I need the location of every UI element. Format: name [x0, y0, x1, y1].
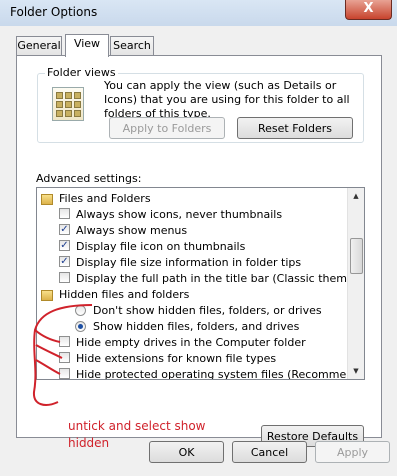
tab-view[interactable]: View	[65, 34, 109, 57]
apply-to-folders-button[interactable]: Apply to Folders	[109, 117, 225, 139]
folder-views-group: Folder views You can apply the view (suc…	[37, 66, 364, 143]
vertical-scrollbar[interactable]: ▲ ▼	[347, 188, 364, 379]
setting-label: Don't show hidden files, folders, or dri…	[93, 304, 322, 317]
folder-views-description: You can apply the view (such as Details …	[104, 79, 350, 120]
radio-selected-dot	[78, 324, 83, 329]
annotation-line-1: untick and select show	[68, 419, 206, 433]
setting-label: Hide extensions for known file types	[76, 352, 277, 365]
window-title: Folder Options	[10, 5, 98, 19]
apply-button[interactable]: Apply	[315, 441, 390, 463]
checkbox[interactable]: ✓	[59, 240, 70, 251]
dialog-body: General View Search Folder views You can…	[0, 26, 397, 476]
folder-icon	[41, 290, 53, 301]
tab-search[interactable]: Search	[110, 36, 154, 56]
checkbox[interactable]	[59, 352, 70, 363]
advanced-settings-list[interactable]: Files and Folders Always show icons, neve…	[36, 187, 365, 380]
checkbox[interactable]	[59, 368, 70, 379]
checkbox[interactable]	[59, 336, 70, 347]
setting-label: Display the full path in the title bar (…	[76, 272, 365, 285]
radio-button[interactable]	[75, 321, 86, 332]
setting-label: Display file icon on thumbnails	[76, 240, 246, 253]
setting-label: Files and Folders	[59, 192, 151, 205]
setting-label: Always show icons, never thumbnails	[76, 208, 283, 221]
setting-label: Always show menus	[76, 224, 188, 237]
checkbox[interactable]	[59, 272, 70, 283]
view-tab-panel: Folder views You can apply the view (suc…	[16, 55, 382, 450]
scroll-up-arrow-icon[interactable]: ▲	[348, 188, 364, 204]
title-bar: Folder Options X	[0, 0, 397, 26]
close-button[interactable]: X	[345, 0, 392, 20]
checkbox[interactable]: ✓	[59, 256, 70, 267]
radio-button[interactable]	[75, 305, 86, 316]
setting-label: Display file size information in folder …	[76, 256, 302, 269]
folder-views-label: Folder views	[45, 66, 118, 79]
ok-button[interactable]: OK	[149, 441, 224, 463]
folder-icon	[41, 194, 53, 205]
cancel-button[interactable]: Cancel	[232, 441, 307, 463]
setting-label: Hide protected operating system files (R…	[76, 368, 365, 380]
advanced-settings-label: Advanced settings:	[36, 172, 142, 185]
scrollbar-thumb[interactable]	[350, 238, 363, 274]
setting-label: Hidden files and folders	[59, 288, 190, 301]
tab-general[interactable]: General	[16, 36, 62, 56]
setting-label: Show hidden files, folders, and drives	[93, 320, 300, 333]
reset-folders-button[interactable]: Reset Folders	[237, 117, 353, 139]
checkbox[interactable]: ✓	[59, 224, 70, 235]
checkbox[interactable]	[59, 208, 70, 219]
setting-label: Hide empty drives in the Computer folder	[76, 336, 306, 349]
folder-views-icon	[52, 87, 84, 121]
scroll-down-arrow-icon[interactable]: ▼	[348, 363, 364, 379]
